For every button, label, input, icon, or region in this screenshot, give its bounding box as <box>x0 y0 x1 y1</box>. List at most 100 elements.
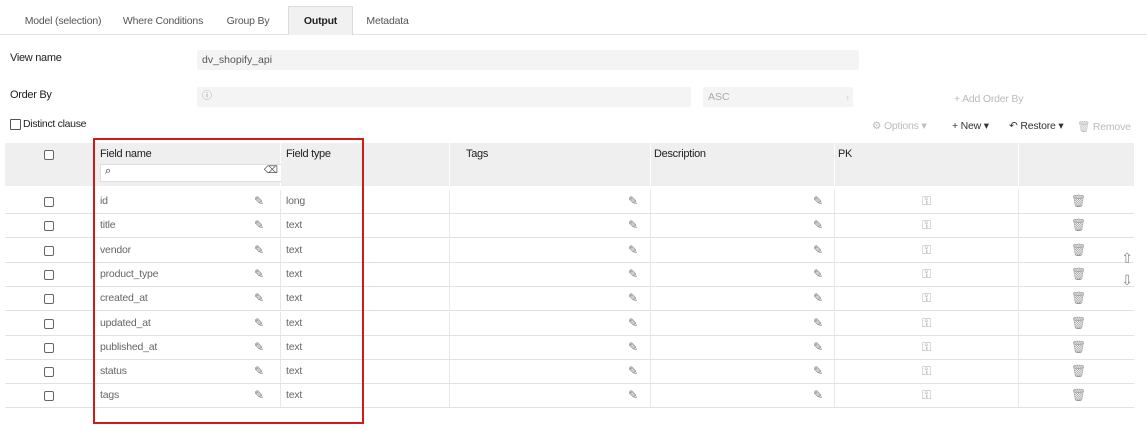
edit-pencil-icon[interactable]: ✎ <box>628 263 638 286</box>
edit-pencil-icon[interactable]: ✎ <box>628 190 638 213</box>
move-up-icon[interactable]: ⇧ <box>1121 250 1133 267</box>
tags-cell[interactable]: ✎ <box>450 262 651 286</box>
tags-cell[interactable]: ✎ <box>450 190 651 213</box>
trash-icon: 🗑 <box>1077 121 1091 133</box>
edit-pencil-icon[interactable]: ✎ <box>813 336 823 359</box>
header-tags: Tags <box>450 143 651 186</box>
edit-pencil-icon[interactable]: ✎ <box>813 360 823 383</box>
pk-cell[interactable]: ⚿ <box>835 214 1019 238</box>
undo-icon: ↶ <box>1009 120 1018 132</box>
remove-label: Remove <box>1092 121 1131 133</box>
trash-icon[interactable]: 🗑 <box>1071 190 1086 213</box>
tags-cell[interactable]: ✎ <box>450 384 651 408</box>
move-down-icon[interactable]: ⇩ <box>1121 272 1133 289</box>
tags-cell[interactable]: ✎ <box>450 311 651 335</box>
key-icon[interactable]: ⚿ <box>922 214 931 237</box>
description-cell[interactable]: ✎ <box>651 262 835 286</box>
trash-icon[interactable]: 🗑 <box>1071 312 1086 335</box>
trash-icon[interactable]: 🗑 <box>1071 239 1086 262</box>
key-icon[interactable]: ⚿ <box>922 239 931 262</box>
order-by-input[interactable]: ⓘ <box>197 87 691 107</box>
description-cell[interactable]: ✎ <box>651 238 835 262</box>
tags-cell[interactable]: ✎ <box>450 360 651 384</box>
description-cell[interactable]: ✎ <box>651 190 835 213</box>
edit-pencil-icon[interactable]: ✎ <box>813 287 823 310</box>
edit-pencil-icon[interactable]: ✎ <box>628 336 638 359</box>
remove-button[interactable]: 🗑 Remove <box>1077 120 1131 133</box>
edit-pencil-icon[interactable]: ✎ <box>813 239 823 262</box>
trash-icon[interactable]: 🗑 <box>1071 336 1086 359</box>
new-button[interactable]: + New ▾ <box>952 120 989 132</box>
row-checkbox[interactable] <box>44 294 54 305</box>
row-checkbox[interactable] <box>44 391 54 402</box>
edit-pencil-icon[interactable]: ✎ <box>813 384 823 407</box>
pk-cell[interactable]: ⚿ <box>835 311 1019 335</box>
key-icon[interactable]: ⚿ <box>922 263 931 286</box>
tags-cell[interactable]: ✎ <box>450 238 651 262</box>
edit-pencil-icon[interactable]: ✎ <box>628 384 638 407</box>
pk-cell[interactable]: ⚿ <box>835 384 1019 408</box>
edit-pencil-icon[interactable]: ✎ <box>628 312 638 335</box>
trash-icon[interactable]: 🗑 <box>1071 263 1086 286</box>
edit-pencil-icon[interactable]: ✎ <box>628 360 638 383</box>
order-direction-select[interactable]: ASC › <box>703 87 853 107</box>
plus-icon: + <box>952 120 958 132</box>
row-checkbox[interactable] <box>44 367 54 378</box>
key-icon[interactable]: ⚿ <box>922 190 931 213</box>
row-checkbox[interactable] <box>44 221 54 232</box>
pk-cell[interactable]: ⚿ <box>835 262 1019 286</box>
row-select-cell <box>5 190 94 213</box>
edit-pencil-icon[interactable]: ✎ <box>628 214 638 237</box>
edit-pencil-icon[interactable]: ✎ <box>628 239 638 262</box>
actions-cell: 🗑 <box>1019 360 1134 383</box>
select-all-checkbox[interactable] <box>44 150 54 160</box>
trash-icon[interactable]: 🗑 <box>1071 214 1086 237</box>
chevron-down-icon: › <box>846 92 849 102</box>
options-button[interactable]: ⚙ Options ▾ <box>872 120 927 132</box>
description-cell[interactable]: ✎ <box>651 384 835 408</box>
tab-group-by[interactable]: Group By <box>218 8 278 34</box>
distinct-checkbox[interactable] <box>10 119 21 130</box>
row-checkbox[interactable] <box>44 197 54 207</box>
tags-cell[interactable]: ✎ <box>450 214 651 238</box>
key-icon[interactable]: ⚿ <box>922 360 931 383</box>
header-pk-label: PK <box>838 148 853 160</box>
tab-metadata[interactable]: Metadata <box>360 8 415 34</box>
edit-pencil-icon[interactable]: ✎ <box>813 263 823 286</box>
add-order-by-button[interactable]: + Add Order By <box>954 93 1023 105</box>
trash-icon[interactable]: 🗑 <box>1071 287 1086 310</box>
pk-cell[interactable]: ⚿ <box>835 238 1019 262</box>
trash-icon[interactable]: 🗑 <box>1071 384 1086 407</box>
pk-cell[interactable]: ⚿ <box>835 335 1019 359</box>
pk-cell[interactable]: ⚿ <box>835 190 1019 213</box>
tab-where-conditions[interactable]: Where Conditions <box>118 8 208 34</box>
edit-pencil-icon[interactable]: ✎ <box>813 214 823 237</box>
key-icon[interactable]: ⚿ <box>922 287 931 310</box>
row-checkbox[interactable] <box>44 245 54 256</box>
row-checkbox[interactable] <box>44 269 54 280</box>
key-icon[interactable]: ⚿ <box>922 384 931 407</box>
tags-cell[interactable]: ✎ <box>450 335 651 359</box>
tags-cell[interactable]: ✎ <box>450 287 651 311</box>
tab-output[interactable]: Output <box>288 6 353 35</box>
row-checkbox[interactable] <box>44 318 54 329</box>
pk-cell[interactable]: ⚿ <box>835 360 1019 384</box>
view-name-input[interactable]: dv_shopify_api <box>197 50 859 70</box>
edit-pencil-icon[interactable]: ✎ <box>813 312 823 335</box>
key-icon[interactable]: ⚿ <box>922 312 931 335</box>
trash-icon[interactable]: 🗑 <box>1071 360 1086 383</box>
row-checkbox[interactable] <box>44 342 54 353</box>
description-cell[interactable]: ✎ <box>651 311 835 335</box>
description-cell[interactable]: ✎ <box>651 360 835 384</box>
restore-button[interactable]: ↶ Restore ▾ <box>1009 120 1064 132</box>
edit-pencil-icon[interactable]: ✎ <box>628 287 638 310</box>
key-icon[interactable]: ⚿ <box>922 336 931 359</box>
actions-cell: 🗑 <box>1019 214 1134 237</box>
edit-pencil-icon[interactable]: ✎ <box>813 190 823 213</box>
description-cell[interactable]: ✎ <box>651 287 835 311</box>
actions-cell: 🗑 <box>1019 263 1134 286</box>
description-cell[interactable]: ✎ <box>651 214 835 238</box>
tab-model-selection[interactable]: Model (selection) <box>18 8 108 34</box>
pk-cell[interactable]: ⚿ <box>835 287 1019 311</box>
description-cell[interactable]: ✎ <box>651 335 835 359</box>
